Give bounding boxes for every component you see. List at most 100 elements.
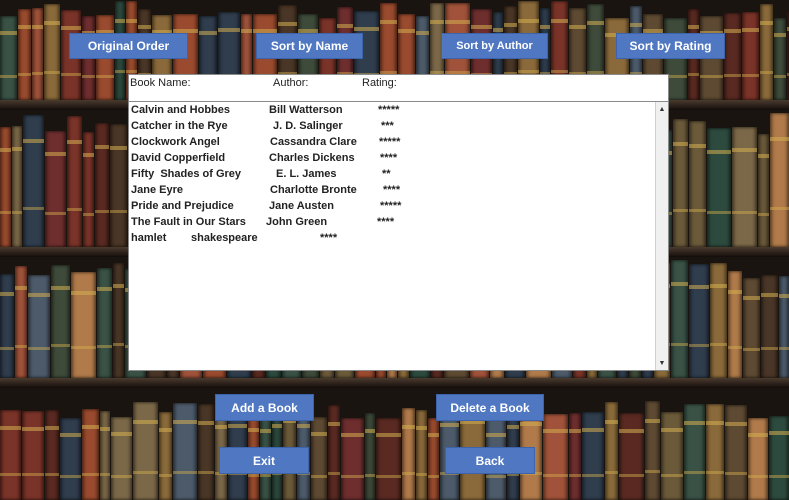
book-spine	[110, 124, 127, 247]
book-spine	[159, 412, 172, 500]
book-spine	[748, 418, 768, 500]
book-spine	[173, 403, 197, 500]
book-spine	[619, 413, 644, 500]
book-spine	[673, 118, 688, 247]
triangle-up-icon[interactable]: ▲	[656, 103, 668, 115]
book-spine	[113, 262, 124, 378]
book-name: Jane Eyre	[131, 184, 183, 196]
list-item[interactable]: David Copperfield Charles Dickens ****	[130, 152, 654, 168]
book-spine	[774, 18, 786, 100]
book-spine	[18, 9, 31, 100]
book-spine	[760, 4, 773, 100]
book-name: Calvin and Hobbes	[131, 104, 231, 116]
book-rating: ****	[377, 216, 395, 228]
book-spine	[311, 417, 327, 500]
original-order-button[interactable]: Original Order	[69, 33, 188, 59]
book-author: Jane Austen	[269, 200, 335, 212]
list-item[interactable]: Clockwork Angel Cassandra Clare *****	[130, 136, 654, 152]
list-item[interactable]: Jane Eyre Charlotte Bronte ****	[130, 184, 654, 200]
sort-by-author-button[interactable]: Sort by Author	[441, 33, 548, 59]
column-header-book-name: Book Name:	[130, 77, 191, 89]
sort-by-rating-button[interactable]: Sort by Rating	[616, 33, 725, 59]
book-spine	[45, 130, 66, 247]
book-spine	[67, 116, 82, 247]
column-header-author: Author:	[273, 77, 309, 89]
list-item[interactable]: Pride and Prejudice Jane Austen *****	[130, 200, 654, 216]
book-name: Pride and Prejudice	[131, 200, 234, 212]
add-book-button[interactable]: Add a Book	[215, 394, 314, 421]
book-spine	[707, 128, 731, 247]
book-spine	[82, 409, 99, 500]
book-spine	[742, 12, 759, 100]
book-spine	[416, 410, 427, 500]
book-rating: **	[382, 168, 391, 180]
book-spine	[706, 404, 724, 500]
book-author: Charlotte Bronte	[270, 184, 357, 196]
column-header-rating: Rating:	[362, 77, 397, 89]
list-item[interactable]: The Fault in Our Stars John Green ****	[130, 216, 654, 232]
triangle-down-icon[interactable]: ▼	[656, 357, 668, 369]
book-spine	[758, 133, 769, 247]
book-spine	[0, 126, 11, 247]
book-name: The Fault in Our Stars	[131, 216, 246, 228]
book-spine	[402, 408, 415, 500]
book-spine	[689, 121, 706, 247]
book-spine	[770, 113, 789, 247]
book-spine	[111, 417, 132, 500]
book-spine	[779, 276, 789, 378]
book-spine	[728, 271, 742, 378]
book-spine	[671, 260, 688, 378]
book-spine	[0, 410, 21, 500]
book-spine	[198, 404, 214, 500]
book-name: hamlet	[131, 232, 167, 244]
book-rating: ****	[383, 184, 401, 196]
book-spine	[569, 413, 581, 500]
book-spine	[51, 265, 70, 378]
book-rating: ****	[380, 152, 398, 164]
book-name: David Copperfield	[131, 152, 226, 164]
list-item[interactable]: Calvin and Hobbes Bill Watterson *****	[130, 104, 654, 120]
book-spine	[724, 13, 741, 100]
book-rating: *****	[380, 200, 402, 212]
vertical-scrollbar[interactable]: ▲ ▼	[655, 102, 668, 370]
book-spine	[60, 418, 81, 500]
list-item[interactable]: hamlet shakespeare ****	[130, 232, 654, 248]
book-spine	[97, 267, 112, 378]
book-list-panel: Book Name: Author: Rating: Calvin and Ho…	[128, 74, 669, 371]
book-spine	[95, 122, 109, 247]
book-rating: *****	[379, 136, 401, 148]
book-spine	[365, 413, 375, 500]
book-list[interactable]: Calvin and Hobbes Bill Watterson ***** C…	[130, 102, 654, 369]
book-name: Fifty Shades of Grey	[131, 168, 242, 180]
book-spine	[0, 273, 14, 378]
book-spine	[645, 401, 660, 500]
book-spine	[428, 418, 439, 500]
book-rating: *****	[378, 104, 400, 116]
book-author: Bill Watterson	[269, 104, 343, 116]
book-spine	[605, 402, 618, 500]
book-spine	[543, 414, 568, 500]
book-spine	[328, 405, 340, 500]
book-author: Cassandra Clare	[270, 136, 357, 148]
book-spine	[661, 412, 683, 500]
list-item[interactable]: Fifty Shades of Grey E. L. James **	[130, 168, 654, 184]
book-spine	[689, 264, 709, 378]
book-author: John Green	[266, 216, 328, 228]
book-spine	[133, 402, 158, 500]
back-button[interactable]: Back	[445, 447, 535, 474]
book-spine	[22, 411, 44, 500]
book-spine	[761, 274, 778, 378]
book-name: Clockwork Angel	[131, 136, 220, 148]
book-spine	[710, 262, 727, 378]
book-row	[0, 400, 789, 500]
book-spine	[376, 418, 401, 500]
book-spine	[45, 410, 59, 500]
list-item[interactable]: Catcher in the Rye J. D. Salinger ***	[130, 120, 654, 136]
book-author: Charles Dickens	[269, 152, 355, 164]
book-spine	[725, 405, 747, 500]
sort-by-name-button[interactable]: Sort by Name	[256, 33, 363, 59]
book-spine	[32, 8, 43, 100]
exit-button[interactable]: Exit	[219, 447, 309, 474]
book-spine	[582, 412, 604, 500]
delete-book-button[interactable]: Delete a Book	[436, 394, 544, 421]
